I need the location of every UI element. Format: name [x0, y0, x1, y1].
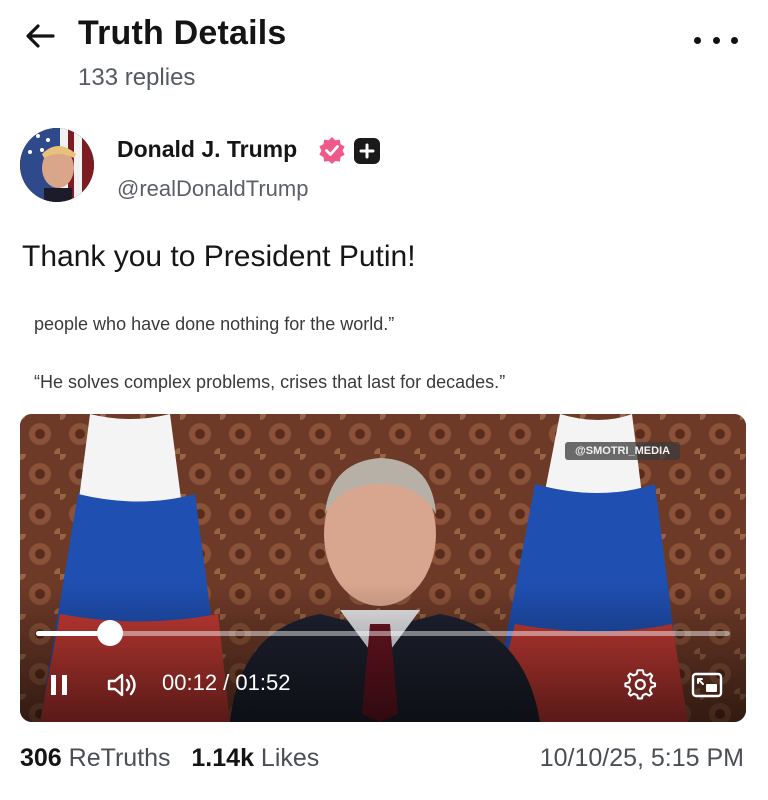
page-title: Truth Details [78, 14, 287, 52]
author-handle[interactable]: @realDonaldTrump [117, 176, 308, 202]
pause-button[interactable] [48, 672, 70, 698]
quote-line-1: people who have done nothing for the wor… [34, 314, 395, 334]
post-text: Thank you to President Putin! [22, 240, 416, 273]
retruths-stat[interactable]: 306 ReTruths [20, 744, 171, 772]
arrow-left-icon [26, 24, 55, 48]
avatar[interactable] [20, 128, 94, 202]
volume-icon [107, 673, 136, 697]
video-watermark: @SMOTRI_MEDIA [565, 442, 681, 460]
pause-icon [51, 675, 67, 695]
progress-bar[interactable] [36, 620, 730, 646]
author-name[interactable]: Donald J. Trump [117, 136, 297, 163]
more-options-button[interactable] [694, 30, 738, 50]
more-horizontal-icon [694, 36, 738, 44]
settings-button[interactable] [624, 668, 658, 702]
volume-button[interactable] [106, 670, 138, 700]
video-player[interactable]: @SMOTRI_MEDIA 00:12 / 01:52 [20, 414, 746, 722]
replies-count[interactable]: 133 replies [78, 64, 195, 92]
quote-line-2: “He solves complex problems, crises that… [34, 372, 506, 392]
back-button[interactable] [22, 18, 58, 54]
post-stats: 306 ReTruths 1.14k Likes [20, 744, 319, 773]
likes-count: 1.14k [191, 744, 254, 772]
picture-in-picture-button[interactable] [690, 670, 724, 700]
verified-badge-icon [319, 137, 345, 164]
likes-label: Likes [260, 744, 320, 772]
video-time: 00:12 / 01:52 [162, 670, 291, 695]
retruths-label: ReTruths [68, 744, 171, 772]
picture-in-picture-icon [691, 672, 723, 698]
likes-stat[interactable]: 1.14k Likes [191, 744, 319, 772]
retruths-count: 306 [20, 744, 62, 772]
gear-icon [624, 669, 657, 700]
plus-badge-icon [354, 138, 380, 164]
post-timestamp: 10/10/25, 5:15 PM [539, 744, 744, 772]
avatar-image [20, 128, 94, 202]
